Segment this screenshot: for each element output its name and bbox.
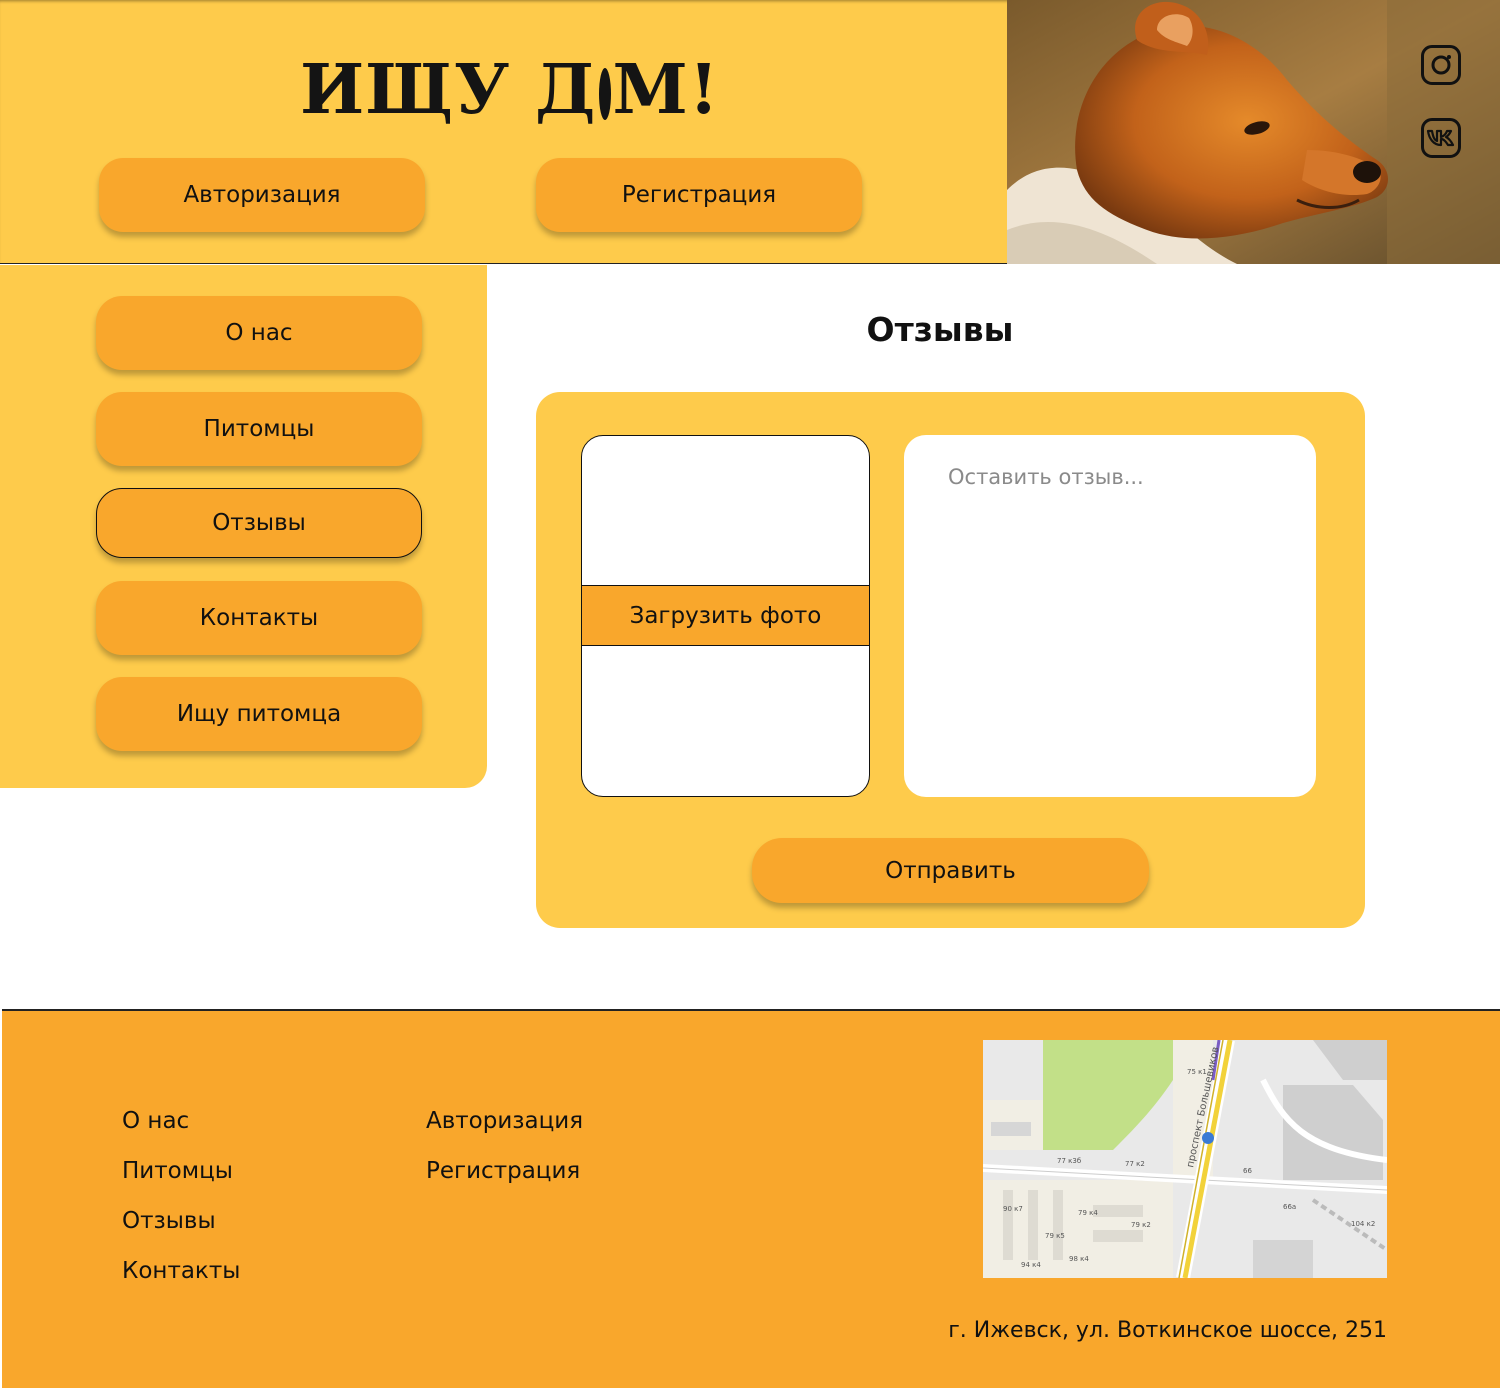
sidebar-item-label: Контакты	[199, 605, 319, 631]
location-map[interactable]: проспект Большевиков 75 к1 77 к3б 77 к2 …	[983, 1040, 1387, 1278]
register-button[interactable]: Регистрация	[536, 158, 862, 232]
map-house-label: 66а	[1283, 1203, 1296, 1211]
map-house-label: 75 к1	[1187, 1068, 1207, 1076]
register-button-label: Регистрация	[621, 182, 777, 208]
footer-link-pets[interactable]: Питомцы	[122, 1158, 233, 1184]
upload-photo-label: Загрузить фото	[629, 602, 822, 629]
vk-icon[interactable]	[1421, 118, 1461, 158]
map-house-label: 94 к4	[1021, 1261, 1041, 1269]
footer-link-contacts[interactable]: Контакты	[122, 1258, 240, 1284]
map-house-label: 77 к3б	[1057, 1157, 1081, 1165]
map-house-label: 98 к4	[1069, 1255, 1089, 1263]
review-textarea[interactable]	[904, 435, 1316, 797]
map-house-label: 79 к5	[1045, 1232, 1065, 1240]
map-house-label: 104 к2	[1351, 1220, 1375, 1228]
map-house-label: 77 к2	[1125, 1160, 1145, 1168]
logo-text-part1: ИЩУ Д	[300, 50, 597, 130]
map-house-label: 90 к7	[1003, 1205, 1023, 1213]
login-button-label: Авторизация	[183, 182, 341, 208]
submit-review-label: Отправить	[885, 857, 1016, 884]
sidebar-item-label: О нас	[225, 320, 293, 346]
sidebar-item-label: Отзывы	[212, 510, 306, 536]
site-header: ИЩУ Д М! Авторизация Регистрация	[0, 0, 1500, 264]
sidebar-item-reviews[interactable]: Отзывы	[96, 488, 422, 558]
footer-link-register[interactable]: Регистрация	[426, 1158, 580, 1184]
sidebar-item-find-pet[interactable]: Ищу питомца	[96, 677, 422, 751]
logo-heart-pet-icon	[598, 68, 611, 120]
photo-upload-area[interactable]: Загрузить фото	[581, 435, 870, 797]
instagram-icon[interactable]	[1421, 45, 1461, 85]
footer-address: г. Ижевск, ул. Воткинское шоссе, 251	[948, 1318, 1387, 1343]
login-button[interactable]: Авторизация	[99, 158, 425, 232]
footer-link-about[interactable]: О нас	[122, 1108, 189, 1134]
sidebar-item-pets[interactable]: Питомцы	[96, 392, 422, 466]
logo[interactable]: ИЩУ Д М!	[300, 50, 719, 130]
logo-text-part2: М!	[612, 50, 720, 130]
footer-link-reviews[interactable]: Отзывы	[122, 1208, 216, 1234]
sidebar-item-about[interactable]: О нас	[96, 296, 422, 370]
upload-photo-button[interactable]: Загрузить фото	[582, 585, 869, 646]
submit-review-button[interactable]: Отправить	[752, 838, 1149, 903]
footer-link-login[interactable]: Авторизация	[426, 1108, 583, 1134]
sidebar-item-label: Питомцы	[203, 416, 315, 442]
sidebar-item-contacts[interactable]: Контакты	[96, 581, 422, 655]
map-house-label: 79 к2	[1131, 1221, 1151, 1229]
sidebar-item-label: Ищу питомца	[176, 701, 342, 727]
page-title: Отзывы	[866, 310, 1014, 349]
map-house-label: 66	[1243, 1167, 1252, 1175]
map-house-label: 79 к4	[1078, 1209, 1098, 1217]
